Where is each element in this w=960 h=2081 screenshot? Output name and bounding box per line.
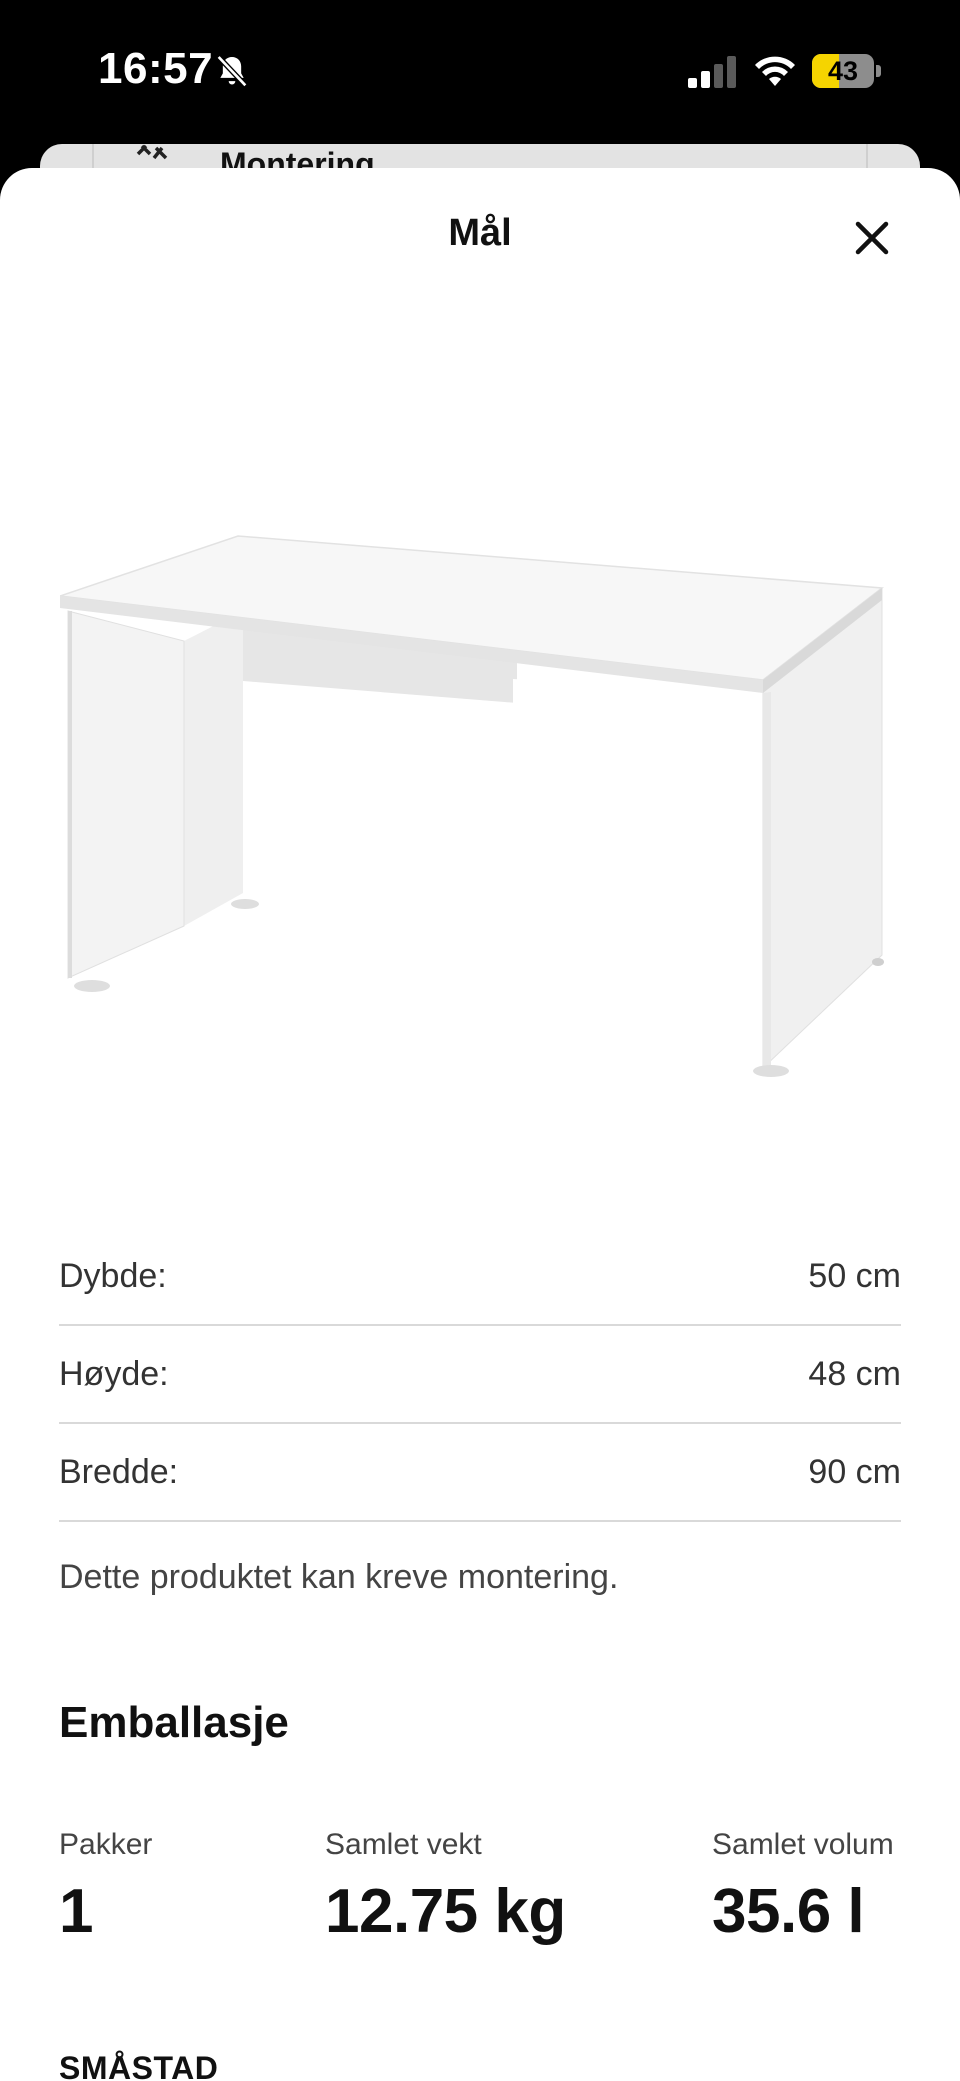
product-name: SMÅSTAD: [59, 2050, 219, 2081]
dimensions-sheet: Mål Dybde: 50 cm Høyde: 48 cm Bredde: 90…: [0, 168, 960, 2081]
dimension-row-width: Bredde: 90 cm: [59, 1424, 901, 1522]
close-icon: [855, 221, 889, 255]
close-button[interactable]: [846, 212, 898, 264]
wifi-icon: [755, 56, 795, 86]
dimensions-list: Dybde: 50 cm Høyde: 48 cm Bredde: 90 cm: [59, 1228, 901, 1522]
status-time: 16:57: [98, 44, 214, 93]
dimension-label: Bredde:: [59, 1452, 179, 1491]
stat-value: 35.6 l: [712, 1877, 865, 1946]
cellular-signal-icon: [688, 56, 736, 88]
dimension-value: 90 cm: [808, 1452, 901, 1491]
packaging-title: Emballasje: [59, 1698, 289, 1747]
dimension-label: Høyde:: [59, 1354, 169, 1393]
packages-stat: Pakker 1: [59, 1828, 152, 1947]
dimension-value: 48 cm: [808, 1354, 901, 1393]
product-image: [60, 535, 884, 1077]
total-weight-stat: Samlet vekt 12.75 kg: [325, 1828, 566, 1947]
battery-icon: 43: [812, 54, 882, 88]
dimension-row-depth: Dybde: 50 cm: [59, 1228, 901, 1326]
status-bar: 16:57 43: [0, 0, 960, 140]
dimension-row-height: Høyde: 48 cm: [59, 1326, 901, 1424]
total-volume-stat: Samlet volum 35.6 l: [712, 1828, 894, 1947]
assembly-note: Dette produktet kan kreve montering.: [59, 1558, 619, 1596]
battery-percentage: 43: [827, 56, 859, 86]
dimension-value: 50 cm: [808, 1256, 901, 1295]
stat-value: 12.75 kg: [325, 1877, 566, 1946]
dimension-label: Dybde:: [59, 1256, 167, 1295]
stat-label: Samlet vekt: [325, 1828, 482, 1861]
stat-value: 1: [59, 1877, 93, 1946]
stat-label: Pakker: [59, 1828, 153, 1861]
sheet-title: Mål: [448, 212, 512, 254]
stat-label: Samlet volum: [712, 1828, 894, 1861]
bell-off-icon: [216, 55, 248, 88]
